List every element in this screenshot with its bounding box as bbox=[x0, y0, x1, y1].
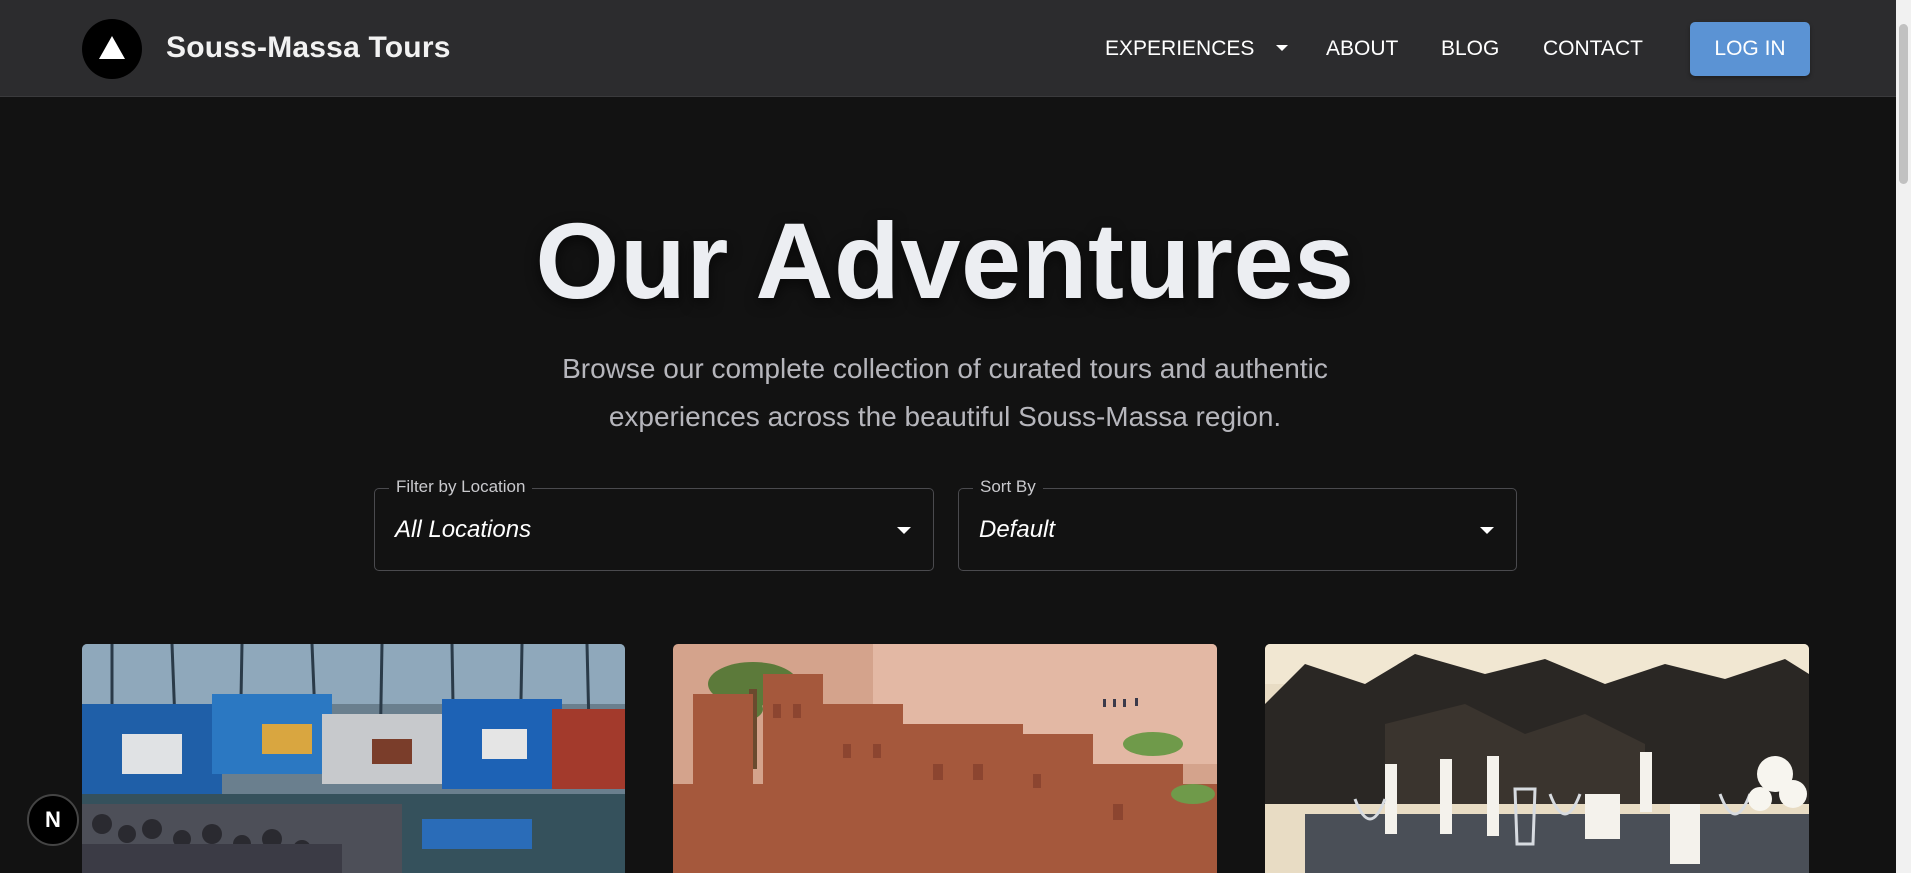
caret-down-icon bbox=[897, 527, 911, 534]
chevron-down-icon[interactable] bbox=[1276, 45, 1288, 51]
n-badge-icon[interactable]: N bbox=[27, 794, 79, 846]
location-filter-value: All Locations bbox=[395, 516, 532, 543]
tour-card-image-kasbah[interactable] bbox=[673, 644, 1217, 873]
tour-card-image-harbor[interactable] bbox=[82, 644, 625, 873]
scrollbar-thumb[interactable] bbox=[1899, 24, 1908, 184]
triangle-logo-icon[interactable] bbox=[82, 19, 142, 79]
nav-blog[interactable]: BLOG bbox=[1441, 37, 1499, 61]
page-title: Our Adventures bbox=[535, 200, 1355, 321]
location-filter-label: Filter by Location bbox=[389, 477, 533, 497]
sort-by-label: Sort By bbox=[973, 477, 1043, 497]
tour-card-image-dinner[interactable] bbox=[1265, 644, 1809, 873]
brand-name[interactable]: Souss-Massa Tours bbox=[166, 31, 451, 65]
page-subtitle: Browse our complete collection of curate… bbox=[562, 353, 1328, 432]
sort-by-select[interactable]: Sort By Default bbox=[958, 477, 1517, 571]
caret-down-icon bbox=[1480, 527, 1494, 534]
nav-about[interactable]: ABOUT bbox=[1326, 37, 1398, 61]
nav-contact[interactable]: CONTACT bbox=[1543, 37, 1643, 61]
login-button[interactable]: LOG IN bbox=[1690, 22, 1810, 76]
nav-experiences[interactable]: EXPERIENCES bbox=[1105, 37, 1254, 61]
location-filter-select[interactable]: Filter by Location All Locations bbox=[374, 477, 934, 571]
top-navbar: Souss-Massa Tours EXPERIENCES ABOUT BLOG… bbox=[0, 0, 1896, 97]
sort-by-value: Default bbox=[979, 516, 1056, 543]
